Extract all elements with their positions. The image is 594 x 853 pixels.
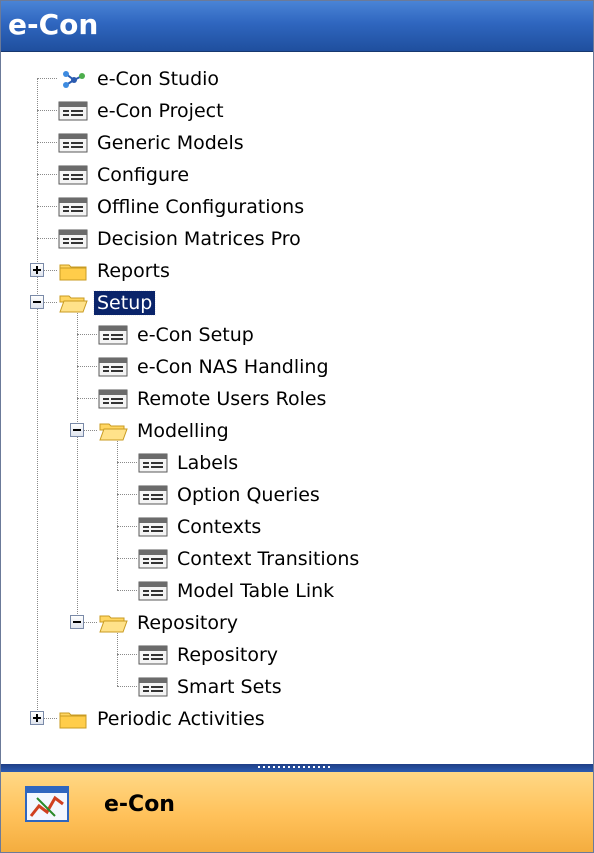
pane-splitter[interactable] [1,764,593,772]
folder-open-icon [98,612,128,634]
folder-closed-icon [58,260,88,282]
tree-node-label: e-Con NAS Handling [137,356,329,378]
form-icon [98,388,128,410]
form-icon [138,452,168,474]
tree-node-label: e-Con Project [97,100,224,122]
tree-node-label: Repository [177,644,279,666]
tree-node-label: Configure [97,164,190,186]
tree-node-label: Setup [92,290,157,316]
form-icon [138,548,168,570]
tree-node-label: e-Con Studio [97,68,220,90]
econ-app-icon [25,786,69,822]
tree-node[interactable]: Offline Configurations [1,193,581,219]
expand-plus-icon[interactable] [30,263,44,277]
tree-node-label: Reports [97,260,170,282]
form-icon [58,196,88,218]
form-icon [138,484,168,506]
tree-node-label: Periodic Activities [97,708,265,730]
tree-node[interactable]: Context Transitions [1,545,581,571]
network-icon [58,68,88,90]
collapse-minus-icon[interactable] [70,423,84,437]
tree-node-label: Repository [137,612,239,634]
tree-node-label: Offline Configurations [97,196,305,218]
tree-node[interactable]: Reports [1,257,581,283]
form-icon [58,164,88,186]
econ-navigation-pane: e-Con e-Con Studio e-Con Project Generic M… [0,0,594,853]
tree-node[interactable]: e-Con Studio [1,65,581,91]
tree-node[interactable]: e-Con Setup [1,321,581,347]
tree-node[interactable]: Repository [1,609,581,635]
tree-node-label: Smart Sets [177,676,282,698]
tree-node-label: Remote Users Roles [137,388,327,410]
form-icon [138,516,168,538]
tree-node[interactable]: Decision Matrices Pro [1,225,581,251]
tree-node[interactable]: Remote Users Roles [1,385,581,411]
tree-node-label: Contexts [177,516,262,538]
tree-node[interactable]: Generic Models [1,129,581,155]
tree-node-label: e-Con Setup [137,324,254,346]
tree-node-label: Context Transitions [177,548,360,570]
form-icon [98,356,128,378]
form-icon [98,324,128,346]
form-icon [138,644,168,666]
splitter-grip-icon[interactable] [258,766,336,770]
tree-node-label: Generic Models [97,132,244,154]
form-icon [138,580,168,602]
tree-node[interactable]: Model Table Link [1,577,581,603]
form-icon [58,100,88,122]
tree-node-label: Modelling [137,420,229,442]
tree-node[interactable]: Repository [1,641,581,667]
econ-footer-button[interactable]: e-Con [1,772,593,852]
form-icon [138,676,168,698]
expand-plus-icon[interactable] [30,711,44,725]
tree-node[interactable]: Option Queries [1,481,581,507]
tree-node-label: Decision Matrices Pro [97,228,301,250]
tree-node[interactable]: Modelling [1,417,581,443]
tree-node[interactable]: Smart Sets [1,673,581,699]
collapse-minus-icon[interactable] [70,615,84,629]
footer-label: e-Con [104,792,175,817]
tree-node[interactable]: e-Con Project [1,97,581,123]
tree-node[interactable]: Labels [1,449,581,475]
folder-open-icon [98,420,128,442]
folder-open-icon [58,292,88,314]
pane-title: e-Con [8,8,99,41]
form-icon [58,228,88,250]
tree-node-label: Option Queries [177,484,320,506]
tree-node[interactable]: Configure [1,161,581,187]
tree-node[interactable]: e-Con NAS Handling [1,353,581,379]
tree-node[interactable]: Periodic Activities [1,705,581,731]
navigation-tree[interactable]: e-Con Studio e-Con Project Generic Models C… [1,52,591,764]
tree-node-label: Labels [177,452,239,474]
collapse-minus-icon[interactable] [30,295,44,309]
form-icon [58,132,88,154]
pane-header: e-Con [1,1,593,52]
tree-node[interactable]: Contexts [1,513,581,539]
folder-closed-icon [58,708,88,730]
tree-node[interactable]: Setup [1,289,581,316]
tree-node-label: Model Table Link [177,580,335,602]
